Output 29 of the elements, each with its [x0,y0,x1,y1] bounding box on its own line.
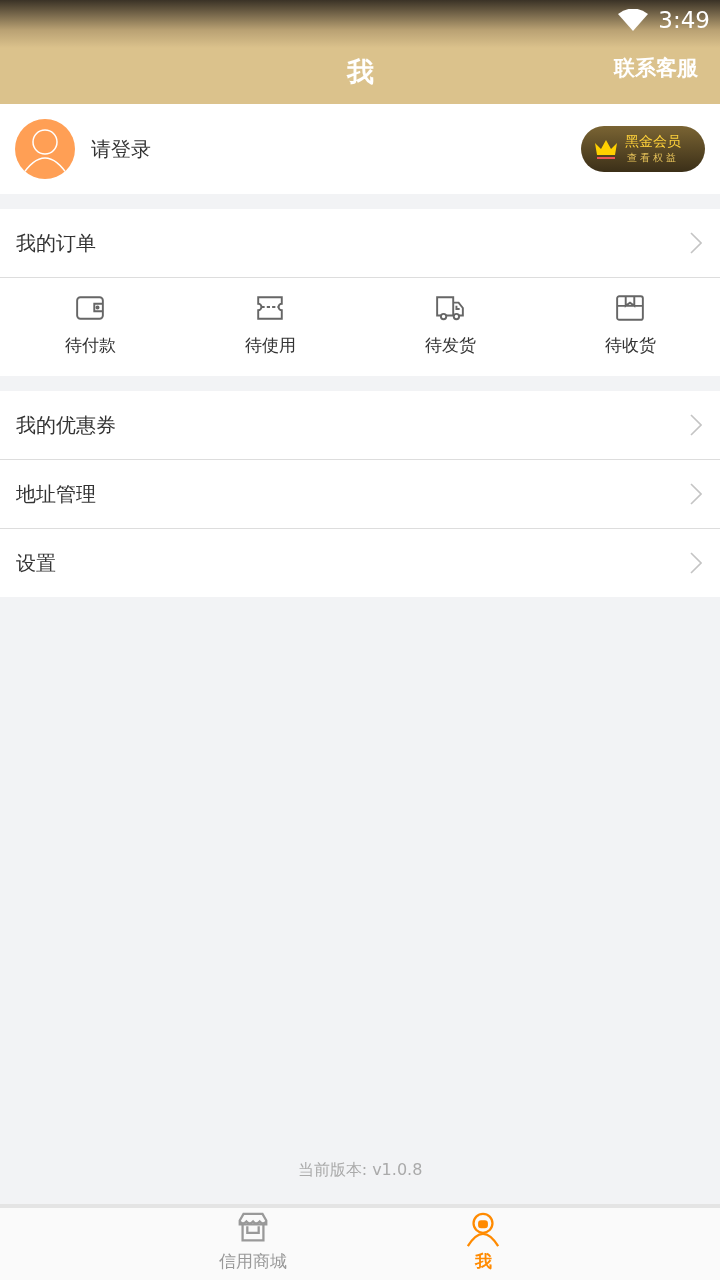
row-label: 我的订单 [16,229,96,257]
menu-row[interactable]: 设置 [0,528,720,597]
login-prompt[interactable]: 请登录 [91,135,581,163]
order-status-button[interactable]: 待付款 [0,278,180,376]
chevron-icon [690,414,702,436]
box-icon [615,294,645,322]
avatar-icon [15,119,75,179]
ticket-icon [255,294,285,322]
row-label: 地址管理 [16,480,96,508]
row-label: 我的优惠券 [16,411,116,439]
row-label: 设置 [16,549,56,577]
crown-icon [593,138,619,160]
chevron-icon [690,483,702,505]
wifi-icon [618,9,649,31]
order-status-button[interactable]: 待使用 [180,278,360,376]
version-text: 当前版本: v1.0.8 [297,1160,423,1181]
order-status-button[interactable]: 待收货 [540,278,720,376]
page-title: 我 [346,55,374,89]
menu-row[interactable]: 地址管理 [0,459,720,528]
chevron-icon [690,232,702,254]
truck-icon [435,294,465,322]
person-icon [465,1212,501,1248]
menu-row[interactable]: 我的优惠券 [0,391,720,459]
order-status-button[interactable]: 待发货 [360,278,540,376]
orders-row[interactable]: 我的订单 [0,209,720,278]
wallet-icon [75,294,105,322]
vip-badge[interactable]: 黑金会员 查看权益 [581,126,705,172]
chevron-icon [690,552,702,574]
status-time: 3:49 [658,7,710,33]
